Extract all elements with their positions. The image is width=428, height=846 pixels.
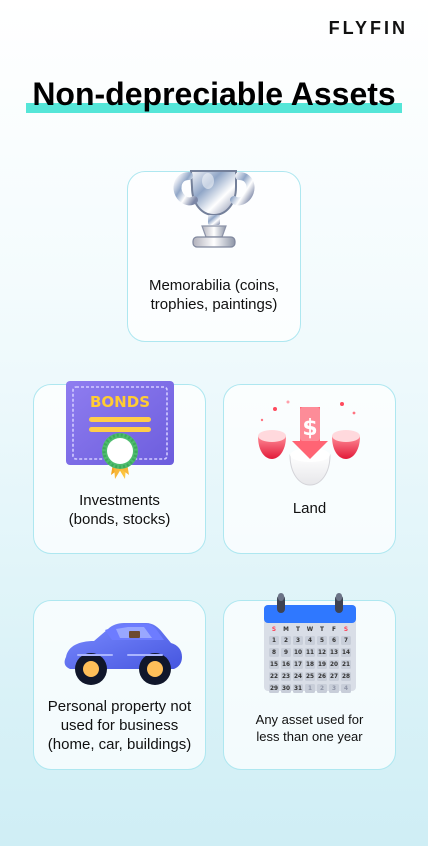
calendar-day: 5 (319, 638, 323, 644)
calendar-header-3: T (296, 627, 300, 633)
calendar-day: 11 (305, 650, 313, 656)
calendar-day: 13 (329, 650, 337, 656)
calendar-day: 23 (281, 674, 289, 680)
calendar-day: 10 (293, 650, 301, 656)
calendar-day: 27 (329, 674, 337, 680)
calendar-header-1: S (271, 627, 275, 633)
brand-logo: FLYFIN (328, 18, 408, 38)
card-land: $ Land (223, 384, 396, 554)
memorabilia-label: Memorabilia (coins, trophies, paintings) (148, 277, 280, 313)
calendar-day: 25 (305, 674, 313, 680)
calendar-day: 7 (343, 638, 347, 644)
calendar-day: 9 (283, 650, 287, 656)
calendar-day: 26 (317, 674, 325, 680)
dollar-symbol: $ (302, 416, 317, 441)
calendar-day: 4 (307, 638, 311, 644)
calendar-day: 24 (293, 674, 301, 680)
calendar-day: 6 (331, 638, 335, 644)
calendar-day: 1 (271, 638, 275, 644)
calendar-day: 8 (271, 650, 275, 656)
calendar-day: 1 (307, 686, 311, 692)
investments-label: Investments (bonds, stocks) (68, 492, 171, 528)
personal-label: Personal property not used for business … (47, 698, 192, 753)
calendar-header-5: T (320, 627, 324, 633)
bonds-text: BONDS (90, 393, 150, 411)
calendar-day: 14 (341, 650, 349, 656)
card-investments: BONDS Investments (bonds, stocks) (33, 381, 206, 554)
calendar-day: 16 (281, 662, 289, 668)
page-title: Non-depreciable Assets (26, 76, 402, 115)
calendar-day: 15 (269, 662, 277, 668)
calendar-header-6: F (332, 627, 336, 633)
calendar-day: 21 (341, 662, 349, 668)
calendar-day: 30 (281, 686, 289, 692)
calendar-header-4: W (306, 627, 313, 633)
calendar-day: 3 (295, 638, 299, 644)
calendar-day: 22 (269, 674, 277, 680)
calendar-header-7: S (343, 627, 347, 633)
bonds-certificate-icon: BONDS (34, 377, 205, 483)
calendar-day: 4 (343, 686, 347, 692)
calendar-icon: S M T W T F S 1 2 3 4 5 6 7 8 9 10 11 12 13 14 15 16 17 18 19 20 21… (224, 587, 395, 699)
calendar-day: 17 (293, 662, 301, 668)
calendar-day: 12 (317, 650, 325, 656)
page-title-text: Non-depreciable Assets (32, 76, 396, 112)
calendar-day: 2 (283, 638, 287, 644)
calendar-day: 2 (319, 686, 323, 692)
calendar-day: 28 (341, 674, 349, 680)
calendar-day: 18 (305, 662, 313, 668)
card-personal: Personal property not used for business … (33, 600, 206, 770)
anyasset-label: Any asset used for less than one year (255, 712, 364, 744)
calendar-day: 19 (317, 662, 325, 668)
trophy-icon (128, 158, 300, 262)
card-anyasset: S M T W T F S 1 2 3 4 5 6 7 8 9 10 11 12 13 14 15 16 17 18 19 20 21… (223, 593, 396, 770)
calendar-header-2: M (283, 627, 289, 633)
land-dollar-icon: $ (224, 397, 395, 487)
calendar-day: 20 (329, 662, 337, 668)
calendar-day: 3 (331, 686, 335, 692)
calendar-day: 31 (293, 686, 301, 692)
car-icon (34, 613, 205, 691)
card-memorabilia: Memorabilia (coins, trophies, paintings) (127, 170, 301, 342)
calendar-day: 29 (269, 686, 277, 692)
title-wrap: Non-depreciable Assets (0, 76, 428, 115)
land-label: Land (292, 500, 327, 517)
